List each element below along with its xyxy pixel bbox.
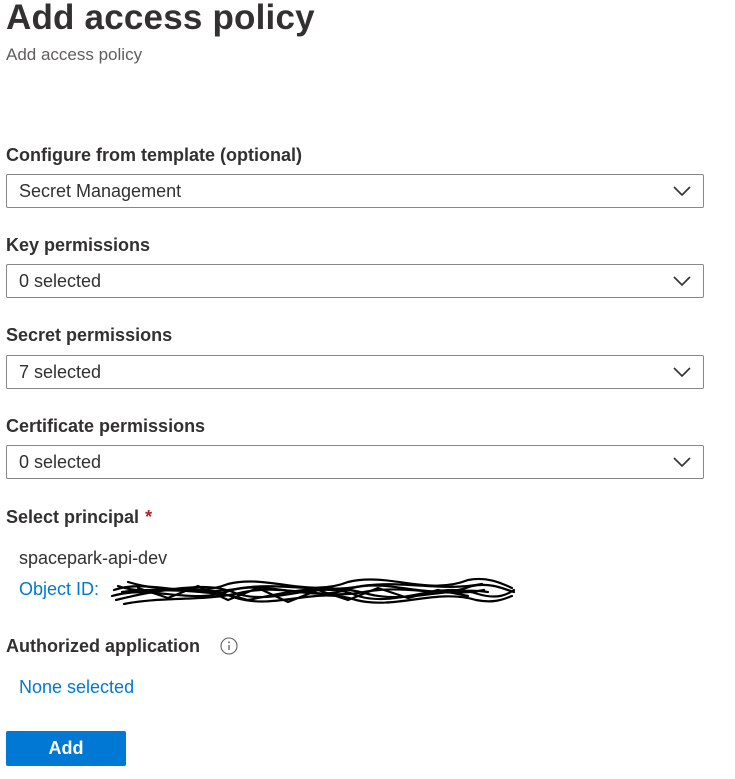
certificate-permissions-value: 0 selected	[19, 452, 102, 472]
authorized-application-link[interactable]: None selected	[19, 677, 134, 698]
secret-permissions-value: 7 selected	[19, 362, 102, 382]
page-subtitle: Add access policy	[6, 45, 143, 64]
chevron-down-icon	[673, 276, 691, 287]
key-permissions-label: Key permissions	[6, 235, 151, 255]
key-permissions-dropdown[interactable]: 0 selected	[6, 264, 704, 298]
authorized-application-label: Authorized application	[6, 636, 201, 656]
certificate-permissions-label: Certificate permissions	[6, 416, 206, 436]
info-circle-icon[interactable]	[220, 637, 238, 655]
select-principal-label-text: Select principal	[6, 507, 140, 527]
chevron-down-icon	[673, 186, 691, 197]
principal-name: spacepark-api-dev	[19, 548, 168, 568]
chevron-down-icon	[673, 367, 691, 378]
template-label: Configure from template (optional)	[6, 145, 302, 165]
required-marker: *	[145, 507, 153, 527]
secret-permissions-label: Secret permissions	[6, 325, 173, 345]
page-title: Add access policy	[6, 0, 315, 37]
key-permissions-value: 0 selected	[19, 271, 102, 291]
template-dropdown[interactable]: Secret Management	[6, 174, 704, 208]
redaction-scribble	[110, 577, 516, 606]
chevron-down-icon	[673, 457, 691, 468]
object-id-link[interactable]: Object ID:	[19, 579, 99, 600]
template-dropdown-value: Secret Management	[19, 181, 182, 201]
add-button[interactable]: Add	[6, 731, 126, 766]
secret-permissions-dropdown[interactable]: 7 selected	[6, 355, 704, 389]
select-principal-label: Select principal *	[6, 507, 152, 528]
certificate-permissions-dropdown[interactable]: 0 selected	[6, 445, 704, 479]
